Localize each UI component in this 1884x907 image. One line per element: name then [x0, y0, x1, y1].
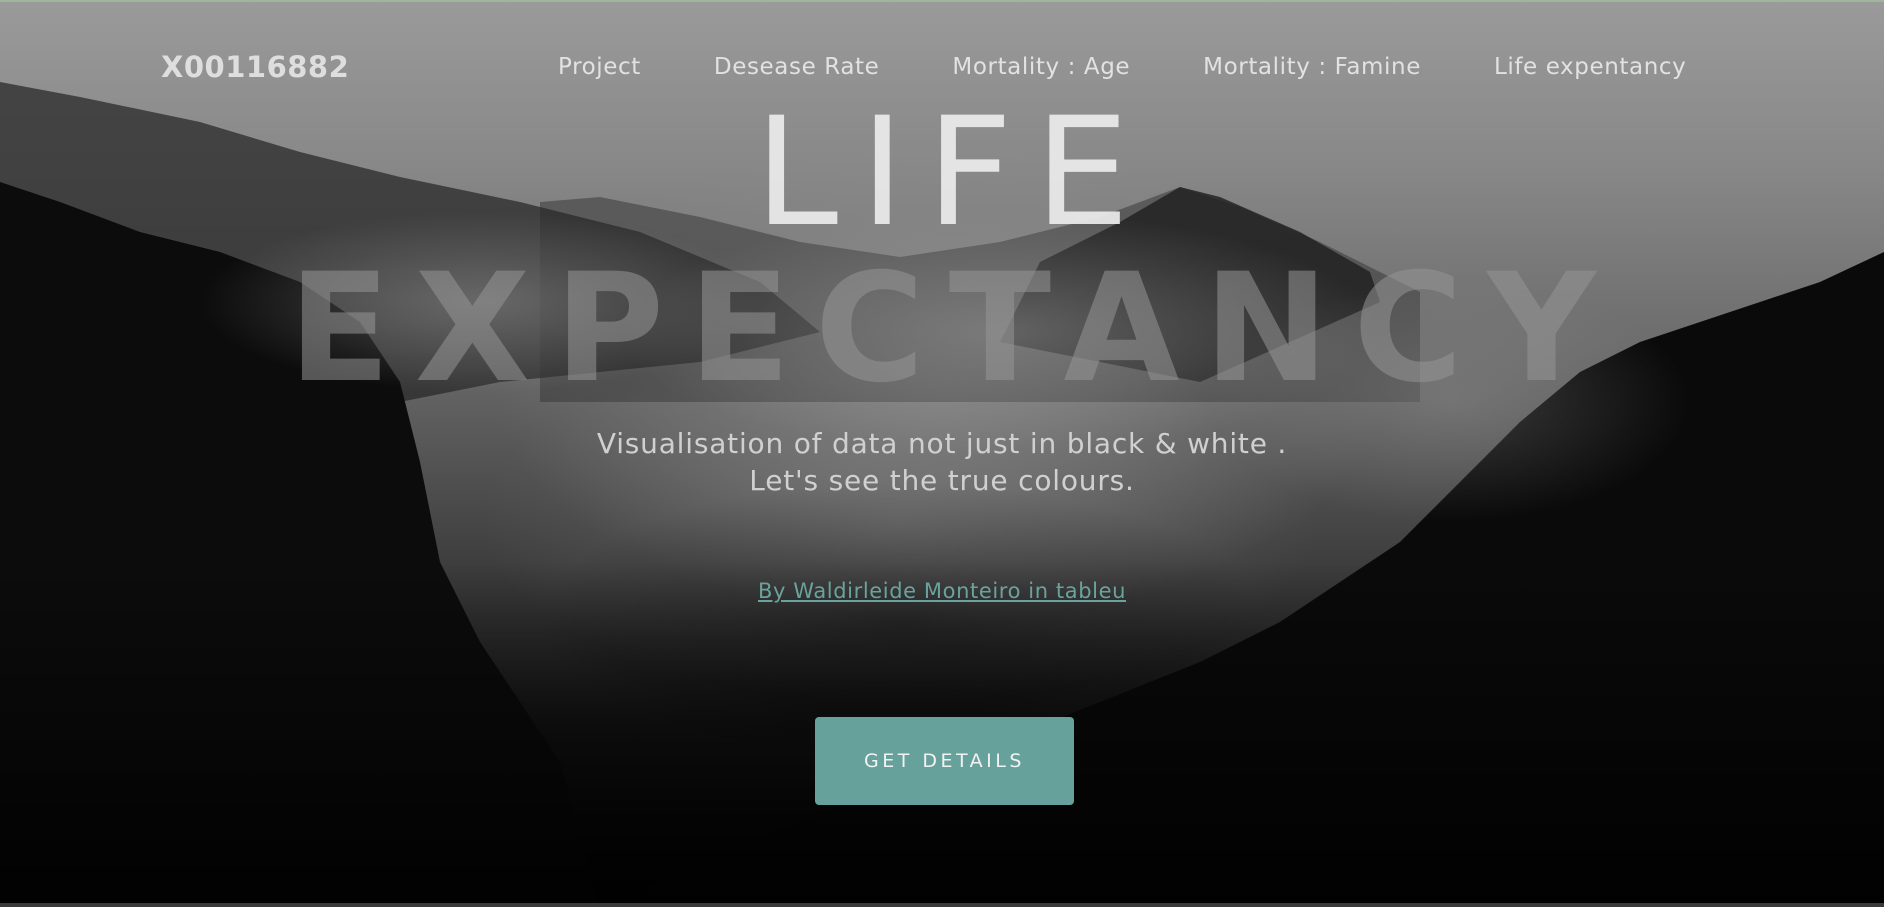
hero-title-line2: EXPECTANCY	[288, 242, 1620, 416]
hero-subtitle-line1: Visualisation of data not just in black …	[596, 427, 1288, 460]
hero-subtitle-line2: Let's see the true colours.	[749, 464, 1135, 497]
top-navbar: X00116882 Project Desease Rate Mortality…	[0, 50, 1884, 90]
hero-subtitle: Visualisation of data not just in black …	[0, 425, 1884, 499]
get-details-button[interactable]: GET DETAILS	[815, 717, 1074, 805]
nav-link-mortality-famine[interactable]: Mortality : Famine	[1203, 54, 1421, 80]
nav-link-life-expentancy[interactable]: Life expentancy	[1494, 54, 1686, 80]
nav-link-mortality-age[interactable]: Mortality : Age	[952, 54, 1130, 80]
nav-link-project[interactable]: Project	[558, 54, 641, 80]
author-link[interactable]: By Waldirleide Monteiro in tableu	[758, 579, 1126, 603]
nav-links: Project Desease Rate Mortality : Age Mor…	[558, 54, 1759, 80]
hero-title-line1: LIFE	[754, 86, 1152, 260]
brand-logo[interactable]: X00116882	[161, 50, 349, 84]
nav-link-desease-rate[interactable]: Desease Rate	[714, 54, 879, 80]
author-link-wrapper: By Waldirleide Monteiro in tableu	[0, 579, 1884, 603]
hero-section: X00116882 Project Desease Rate Mortality…	[0, 0, 1884, 907]
bottom-divider	[0, 903, 1884, 907]
